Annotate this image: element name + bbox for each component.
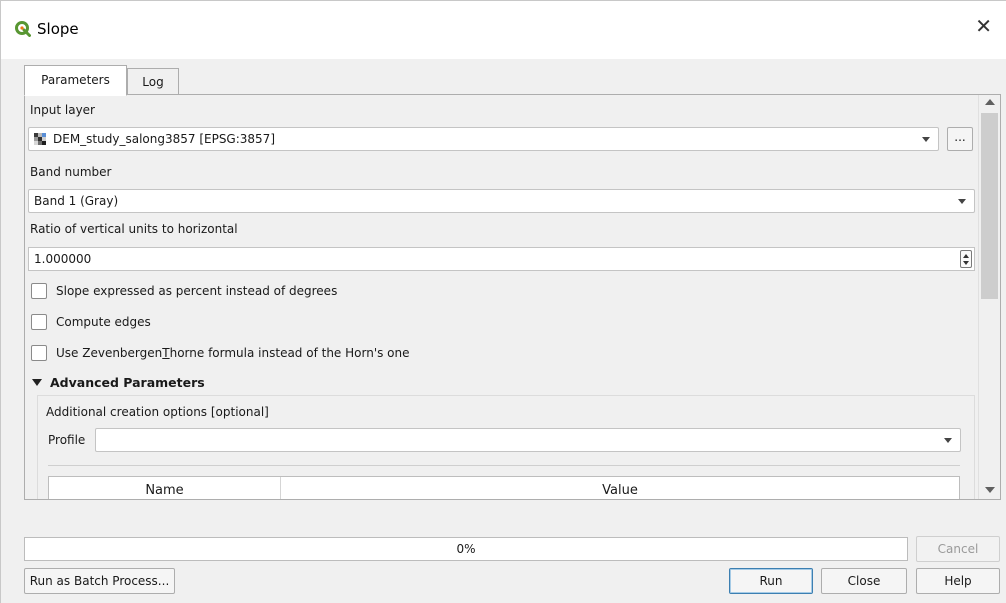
tab-parameters[interactable]: Parameters [24,65,127,96]
close-button[interactable]: Close [821,568,907,594]
band-number-label: Band number [30,165,112,179]
cancel-button[interactable]: Cancel [916,536,1000,562]
run-as-batch-button[interactable]: Run as Batch Process... [24,568,175,594]
run-button[interactable]: Run [729,568,813,594]
profile-label: Profile [48,433,86,447]
title-bar: Slope ✕ [1,1,1006,59]
compute-edges-checkbox[interactable] [31,314,47,330]
ratio-spinbox[interactable]: 1.000000 [28,247,975,271]
ratio-value: 1.000000 [34,252,92,266]
scroll-down-icon[interactable] [985,487,995,493]
parameters-panel: Input layer DEM_study_salong3857 [EPSG:3… [24,94,1001,500]
divider [48,465,960,466]
tab-log[interactable]: Log [127,68,179,95]
progress-text: 0% [456,542,476,556]
profile-combobox[interactable] [95,428,961,452]
input-layer-combobox[interactable]: DEM_study_salong3857 [EPSG:3857] [28,127,939,151]
parameters-scroll-area: Input layer DEM_study_salong3857 [EPSG:3… [25,95,979,499]
ratio-label: Ratio of vertical units to horizontal [30,222,238,236]
close-window-icon[interactable]: ✕ [975,16,992,36]
advanced-parameters-toggle[interactable]: Advanced Parameters [32,375,205,390]
slope-dialog: Slope ✕ Parameters Log Input layer DEM_s… [0,0,1006,603]
progress-bar: 0% [24,537,908,561]
percent-checkbox[interactable] [31,283,47,299]
zevenbergen-checkbox[interactable] [31,345,47,361]
column-header-name[interactable]: Name [49,477,281,499]
percent-checkbox-label[interactable]: Slope expressed as percent instead of de… [56,284,337,298]
advanced-parameters-group: Additional creation options [optional] P… [37,395,975,499]
raster-layer-icon [34,133,46,145]
vertical-scrollbar[interactable] [978,95,1000,499]
input-layer-label: Input layer [30,103,95,117]
chevron-down-icon [922,137,930,142]
chevron-down-icon [944,438,952,443]
column-header-value[interactable]: Value [281,477,959,499]
spin-arrows-icon[interactable] [960,250,972,268]
help-button[interactable]: Help [916,568,1000,594]
collapse-triangle-icon [32,379,42,386]
creation-options-table: Name Value [48,476,960,499]
qgis-logo-icon [15,21,31,37]
input-layer-value: DEM_study_salong3857 [EPSG:3857] [53,132,275,146]
window-title: Slope [37,20,79,38]
band-number-combobox[interactable]: Band 1 (Gray) [28,189,975,213]
scroll-up-icon[interactable] [985,99,995,105]
creation-options-label: Additional creation options [optional] [46,405,269,419]
scroll-thumb[interactable] [981,113,998,299]
band-number-value: Band 1 (Gray) [34,194,119,208]
zevenbergen-label[interactable]: Use ZevenbergenThorne formula instead of… [56,346,410,360]
browse-button[interactable]: ... [947,127,973,151]
compute-edges-label[interactable]: Compute edges [56,315,151,329]
chevron-down-icon [958,199,966,204]
